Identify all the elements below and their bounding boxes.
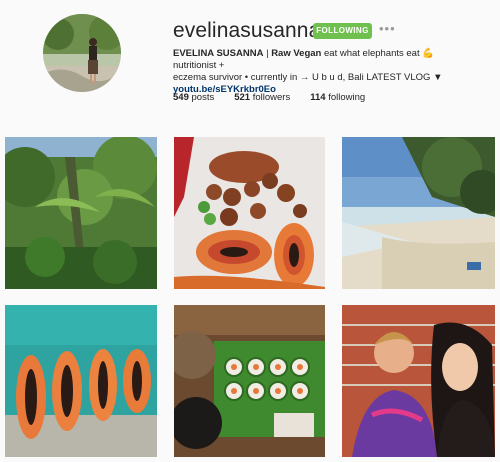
post-image xyxy=(342,305,495,457)
post-tile-sushi-rolls[interactable] xyxy=(174,305,325,457)
following-button[interactable]: FOLLOWING xyxy=(313,23,372,39)
post-image xyxy=(174,137,325,289)
post-image xyxy=(5,305,157,457)
posts-label: posts xyxy=(191,92,215,103)
followers-label: followers xyxy=(252,92,291,103)
more-options-icon[interactable]: ••• xyxy=(379,21,396,36)
post-tile-papaya-sweet-potatoes[interactable] xyxy=(174,137,325,289)
profile-username: evelinasusannas xyxy=(173,19,331,42)
post-image xyxy=(342,137,495,289)
post-image xyxy=(5,137,157,289)
post-tile-beach[interactable] xyxy=(342,137,495,289)
followers-count: 521 xyxy=(234,92,251,103)
bio-strong: Raw Vegan xyxy=(271,48,322,59)
following-count: 114 xyxy=(310,92,326,103)
profile-stats: 549 posts 521 followers 114 following xyxy=(173,92,365,103)
post-tile-papaya-halves-pool[interactable] xyxy=(5,305,157,457)
posts-count: 549 xyxy=(173,92,189,103)
following-label: following xyxy=(328,92,366,103)
profile-bio: EVELINA SUSANNA | Raw Vegan eat what ele… xyxy=(173,48,473,96)
post-tile-couple-selfie[interactable] xyxy=(342,305,495,457)
profile-avatar[interactable] xyxy=(43,14,121,92)
post-tile-jungle[interactable] xyxy=(5,137,157,289)
post-image xyxy=(174,305,325,457)
bio-name: EVELINA SUSANNA xyxy=(173,48,264,59)
stat-followers[interactable]: 521 followers xyxy=(234,92,290,103)
bio-line2: eczema survivor • currently in → U b u d… xyxy=(173,72,443,83)
avatar-photo xyxy=(43,14,121,92)
stat-following[interactable]: 114 following xyxy=(310,92,365,103)
stat-posts: 549 posts xyxy=(173,92,214,103)
